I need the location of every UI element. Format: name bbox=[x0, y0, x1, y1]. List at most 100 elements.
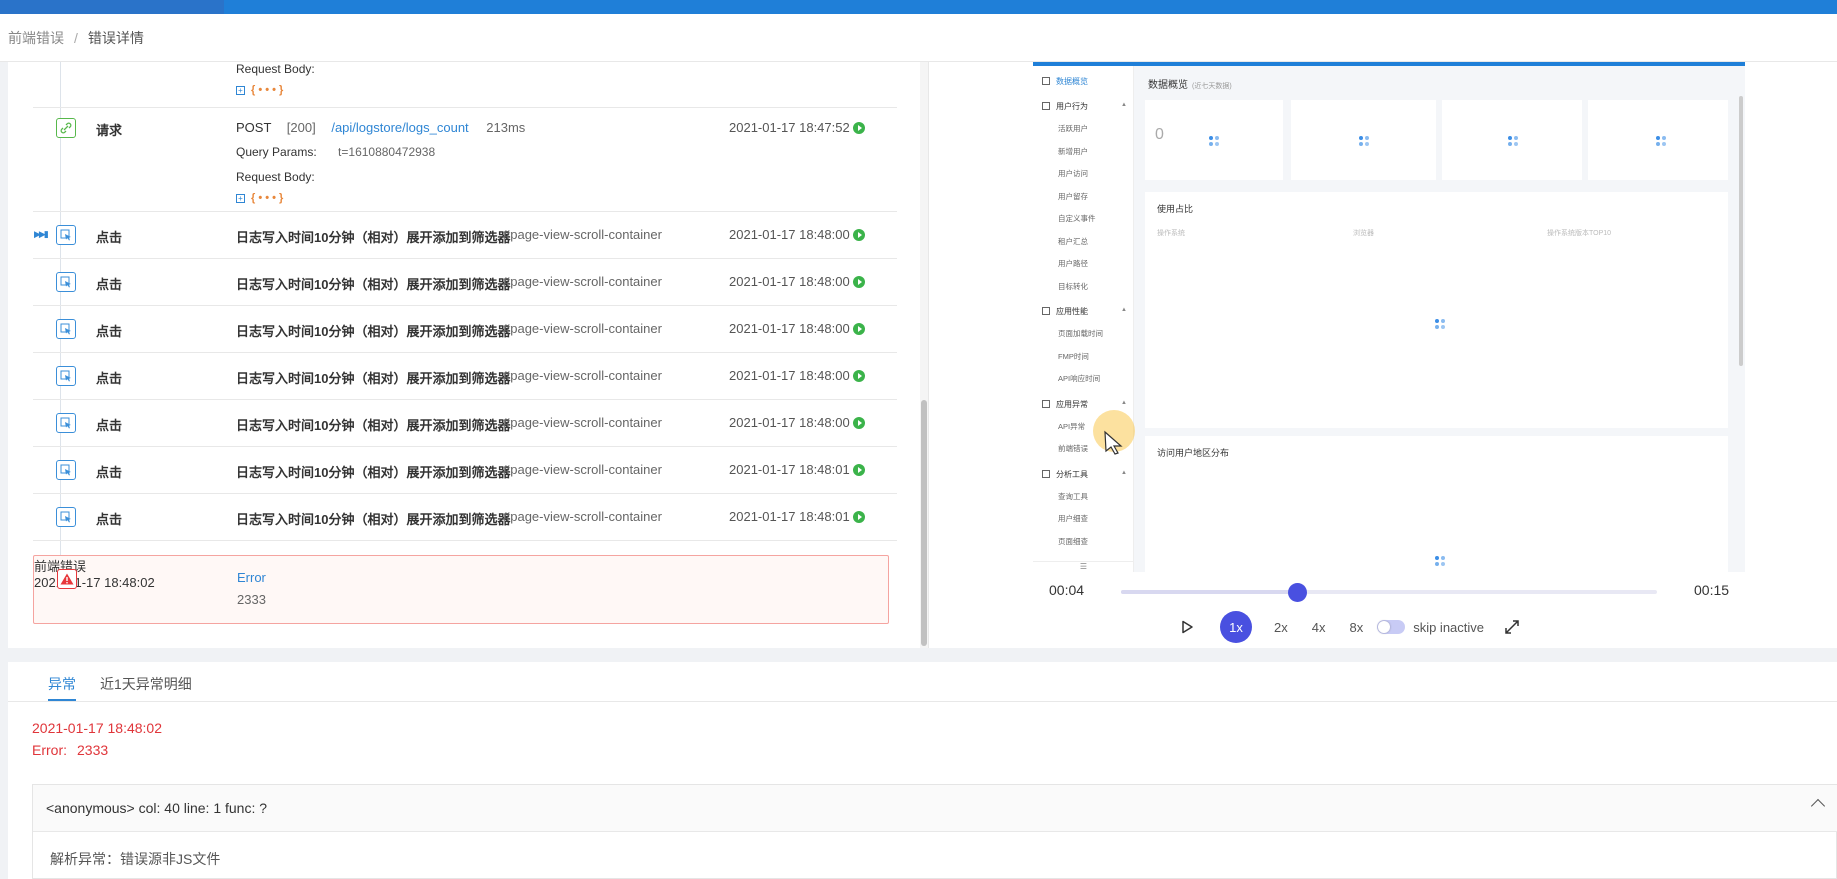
play-from-here-icon[interactable] bbox=[853, 229, 865, 241]
loading-icon bbox=[1435, 556, 1445, 566]
speed-2x-button[interactable]: 2x bbox=[1274, 620, 1288, 635]
current-position-icon: ▶▶▮ bbox=[34, 229, 49, 239]
click-selector: #page-view-scroll-container bbox=[503, 321, 662, 336]
loading-icon bbox=[1656, 136, 1666, 146]
replay-mini-menu-item: 前端错误 bbox=[1058, 444, 1088, 453]
fullscreen-icon[interactable] bbox=[1504, 619, 1520, 635]
speed-8x-button[interactable]: 8x bbox=[1349, 620, 1363, 635]
skip-inactive-label: skip inactive bbox=[1413, 619, 1485, 635]
replay-mini-menu-item: FMP时间 bbox=[1058, 351, 1089, 361]
replay-mini-menu-item: 用户留存 bbox=[1058, 191, 1088, 201]
session-replay-panel: 数据概览 用户行为 ▲ 活跃用户 新增用户 用户访问 用户留存 自定义事件 租户汇总 用户路径 目标… bbox=[928, 62, 1837, 648]
replay-progress: 00:04 00:15 bbox=[1033, 575, 1745, 605]
timeline-scrollbar-thumb[interactable] bbox=[921, 400, 927, 646]
event-type: 点击 bbox=[96, 277, 123, 292]
expand-icon[interactable]: + bbox=[236, 194, 245, 203]
replay-mini-card bbox=[1588, 100, 1728, 180]
play-icon[interactable] bbox=[1180, 620, 1194, 634]
replay-mini-menu-item: 用户路径 bbox=[1058, 259, 1088, 268]
timeline-row-click[interactable]: 点击 日志写入时间10分钟（相对）展开添加到筛选器 #page-view-scrol… bbox=[33, 306, 897, 353]
parse-result: 解析异常：错误源非JS文件 bbox=[50, 851, 221, 867]
play-from-here-icon[interactable] bbox=[853, 464, 865, 476]
replay-mini-menu-item: 目标转化 bbox=[1058, 281, 1088, 291]
replay-mini-usage-card: 使用占比 操作系统 浏览器 操作系统版本TOP10 bbox=[1145, 192, 1728, 428]
timeline-row-click[interactable]: 点击 日志写入时间10分钟（相对）展开添加到筛选器 #page-view-scrol… bbox=[33, 353, 897, 400]
click-selector: #page-view-scroll-container bbox=[503, 274, 662, 289]
speed-4x-button[interactable]: 4x bbox=[1312, 620, 1326, 635]
click-target-text: 日志写入时间10分钟（相对）展开添加到筛选器 bbox=[236, 512, 511, 527]
click-target-text: 日志写入时间10分钟（相对）展开添加到筛选器 bbox=[236, 465, 511, 480]
play-from-here-icon[interactable] bbox=[853, 417, 865, 429]
timeline-row-error[interactable]: 前端错误 Error 2333 2021-01-17 18:48:02 bbox=[33, 555, 889, 624]
breadcrumb-parent[interactable]: 前端错误 bbox=[8, 28, 64, 48]
timeline-row-click[interactable]: ▶▶▮ 点击 日志写入时间10分钟（相对）展开添加到筛选器 #page-view-sc… bbox=[33, 212, 897, 259]
request-body-label: Request Body: bbox=[236, 170, 315, 184]
event-time: 2021-01-17 18:47:52 bbox=[729, 120, 850, 135]
menu-group-icon bbox=[1042, 77, 1050, 85]
current-time: 00:04 bbox=[1049, 582, 1085, 598]
loading-icon bbox=[1508, 136, 1518, 146]
replay-mini-menu-item: 页面细查 bbox=[1058, 536, 1088, 546]
timeline-row-request: 请求 POST [200] /api/logstore/logs_count 2… bbox=[33, 108, 897, 212]
mouse-cursor-icon bbox=[1104, 430, 1123, 455]
chevron-up-icon: ▲ bbox=[1121, 102, 1127, 108]
chevron-up-icon[interactable] bbox=[1810, 798, 1826, 814]
request-method: POST bbox=[236, 120, 272, 135]
event-time: 2021-01-17 18:48:00 bbox=[729, 227, 850, 242]
timeline-row-click[interactable]: 点击 日志写入时间10分钟（相对）展开添加到筛选器 #page-view-scrol… bbox=[33, 259, 897, 306]
event-type: 点击 bbox=[96, 371, 123, 386]
play-from-here-icon[interactable] bbox=[853, 276, 865, 288]
replay-mini-menu-item: 活跃用户 bbox=[1058, 124, 1088, 133]
replay-mini-menu-item: 租户汇总 bbox=[1058, 236, 1088, 246]
play-from-here-icon[interactable] bbox=[853, 511, 865, 523]
replay-mini-menu-item: API响应时间 bbox=[1058, 374, 1101, 383]
timeline-row-click[interactable]: 点击 日志写入时间10分钟（相对）展开添加到筛选器 #page-view-scrol… bbox=[33, 494, 897, 541]
event-time: 2021-01-17 18:48:01 bbox=[729, 462, 850, 477]
event-time: 2021-01-17 18:48:00 bbox=[729, 321, 850, 336]
replay-mini-title: 数据概览 (近七天数据) bbox=[1148, 80, 1232, 91]
replay-mini-menu-item: API异常 bbox=[1058, 421, 1086, 431]
click-selector: #page-view-scroll-container bbox=[503, 368, 662, 383]
request-body-collapsed[interactable]: +{ • • • } bbox=[236, 192, 283, 204]
error-message: 2333 bbox=[237, 592, 266, 607]
replay-mini-card bbox=[1291, 100, 1436, 180]
cursor-click-icon bbox=[56, 319, 76, 339]
timeline-row-click[interactable]: 点击 日志写入时间10分钟（相对）展开添加到筛选器 #page-view-scrol… bbox=[33, 400, 897, 447]
replay-mini-card: 0 bbox=[1145, 100, 1283, 180]
speed-1x-button[interactable]: 1x bbox=[1220, 611, 1252, 643]
replay-mini-menu-group: 应用异常 bbox=[1042, 399, 1088, 410]
expand-icon[interactable]: + bbox=[236, 86, 245, 95]
tab-exception[interactable]: 异常 bbox=[48, 674, 76, 694]
loading-icon bbox=[1435, 319, 1445, 329]
click-selector: #page-view-scroll-container bbox=[503, 227, 662, 242]
behavior-timeline-panel: Request Body: +{ • • • } 请求 POST [200] /… bbox=[8, 62, 928, 648]
request-url[interactable]: /api/logstore/logs_count bbox=[331, 120, 468, 135]
link-icon bbox=[56, 118, 76, 138]
cursor-click-icon bbox=[56, 507, 76, 527]
request-body-collapsed[interactable]: +{ • • • } bbox=[236, 84, 283, 96]
error-name[interactable]: Error bbox=[237, 570, 266, 585]
timeline-row-click[interactable]: 点击 日志写入时间10分钟（相对）展开添加到筛选器 #page-view-scrol… bbox=[33, 447, 897, 494]
play-from-here-icon[interactable] bbox=[853, 370, 865, 382]
event-type: 点击 bbox=[96, 230, 123, 245]
menu-group-icon bbox=[1042, 469, 1050, 478]
stack-frame-header[interactable]: <anonymous> col: 40 line: 1 func: ? bbox=[33, 785, 1837, 832]
skip-inactive-toggle[interactable] bbox=[1377, 620, 1406, 634]
replay-mini-menu-item: 查询工具 bbox=[1058, 491, 1088, 501]
play-from-here-icon[interactable] bbox=[853, 323, 865, 335]
error-summary: Error: 2333 bbox=[32, 742, 109, 758]
click-selector: #page-view-scroll-container bbox=[503, 415, 662, 430]
cursor-click-icon bbox=[56, 460, 76, 480]
progress-handle[interactable] bbox=[1288, 583, 1307, 602]
play-from-here-icon[interactable] bbox=[853, 122, 865, 134]
click-target-text: 日志写入时间10分钟（相对）展开添加到筛选器 bbox=[236, 230, 511, 245]
click-target-text: 日志写入时间10分钟（相对）展开添加到筛选器 bbox=[236, 418, 511, 433]
tab-recent-exceptions[interactable]: 近1天异常明细 bbox=[100, 674, 192, 694]
detail-tabs: 异常 近1天异常明细 bbox=[8, 662, 1837, 702]
chevron-up-icon: ▲ bbox=[1121, 399, 1127, 406]
progress-fill bbox=[1121, 590, 1296, 594]
event-type: 点击 bbox=[96, 324, 123, 339]
timeline-row-request-partial: Request Body: +{ • • • } bbox=[33, 62, 897, 108]
click-selector: #page-view-scroll-container bbox=[503, 509, 662, 524]
top-nav-bar bbox=[0, 0, 1837, 14]
